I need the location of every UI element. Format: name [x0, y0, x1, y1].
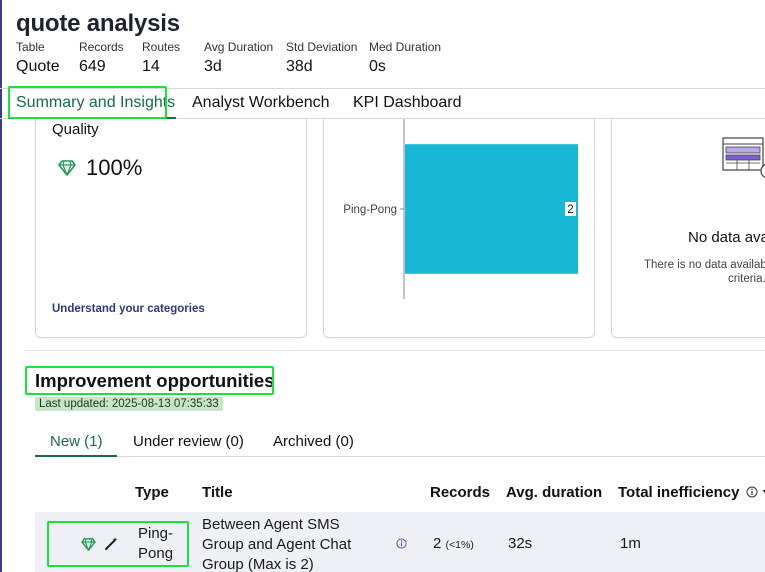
- last-updated-badge: Last updated: 2025-08-13 07:35:33: [35, 397, 223, 411]
- stat-records: Records 649: [79, 40, 142, 76]
- highlight-box-type: [47, 521, 189, 567]
- row-total-inefficiency: 1m: [620, 535, 641, 552]
- chart-data-label: 2: [567, 204, 573, 216]
- no-data-card: No data ava There is no data availabl cr…: [611, 119, 765, 338]
- column-header-title[interactable]: Title: [202, 484, 233, 501]
- left-edge-rule: [0, 0, 2, 572]
- stat-label: Std Deviation: [286, 40, 358, 54]
- empty-table-icon: [722, 137, 765, 178]
- stat-avg-duration: Avg Duration 3d: [204, 40, 286, 76]
- stat-value: 649: [79, 58, 106, 75]
- tab-kpi-dashboard[interactable]: KPI Dashboard: [353, 94, 462, 112]
- stat-value: 3d: [204, 58, 222, 75]
- stat-value: 38d: [286, 58, 313, 75]
- tab-archived[interactable]: Archived (0): [273, 433, 354, 450]
- tab-new[interactable]: New (1): [50, 433, 103, 450]
- stat-value: Quote: [16, 58, 60, 75]
- no-data-title: No data ava: [688, 229, 765, 246]
- info-icon[interactable]: [396, 538, 407, 549]
- stat-std-deviation: Std Deviation 38d: [286, 40, 369, 76]
- stat-table: Table Quote: [16, 40, 79, 76]
- row-title[interactable]: Between Agent SMS Group and Agent Chat G…: [202, 515, 382, 572]
- opportunity-tabs: New (1) Under review (0) Archived (0): [35, 426, 765, 457]
- quality-row: 100%: [58, 155, 142, 181]
- column-header-records[interactable]: Records: [430, 484, 490, 501]
- understand-categories-link[interactable]: Understand your categories: [52, 303, 205, 315]
- chart-bar[interactable]: [405, 144, 578, 274]
- row-records-pct: (<1%): [445, 539, 474, 551]
- row-records-count: 2: [433, 535, 442, 552]
- stat-value: 0s: [369, 58, 386, 75]
- info-icon[interactable]: [746, 486, 758, 498]
- tab-analyst-workbench[interactable]: Analyst Workbench: [192, 94, 330, 112]
- tab-under-review[interactable]: Under review (0): [133, 433, 244, 450]
- stats-bar: Table Quote Records 649 Routes 14 Avg Du…: [16, 40, 459, 76]
- row-records: 2 (<1%): [433, 535, 474, 552]
- stat-label: Records: [79, 40, 124, 54]
- stat-label: Avg Duration: [204, 40, 274, 54]
- bar-chart: Ping-Pong 2: [343, 119, 578, 299]
- column-header-total-inefficiency[interactable]: Total inefficiency: [618, 484, 765, 501]
- active-subtab-indicator: [35, 455, 117, 457]
- no-data-text: There is no data availabl: [644, 259, 765, 271]
- column-header-type[interactable]: Type: [135, 484, 169, 501]
- stat-label: Table: [16, 40, 45, 54]
- column-header-label: Total inefficiency: [618, 484, 740, 501]
- quality-value: 100%: [86, 155, 143, 180]
- row-avg-duration: 32s: [508, 535, 533, 552]
- no-data-text-2: criteria.: [728, 273, 765, 285]
- stat-label: Med Duration: [369, 40, 442, 54]
- quality-label: Quality: [52, 121, 99, 138]
- stat-med-duration: Med Duration 0s: [369, 40, 459, 76]
- quality-card: Quality 100% Understand your categories: [35, 119, 307, 338]
- stat-value: 14: [142, 58, 160, 75]
- page-title: quote analysis: [16, 10, 180, 37]
- section-divider: [24, 350, 765, 351]
- highlight-box-tab: [8, 86, 167, 119]
- column-header-avg-duration[interactable]: Avg. duration: [506, 484, 602, 501]
- chart-category-label: Ping-Pong: [343, 204, 397, 216]
- highlight-box-title: [25, 366, 274, 395]
- chart-card: Ping-Pong 2: [323, 119, 595, 338]
- stat-routes: Routes 14: [142, 40, 204, 76]
- stat-label: Routes: [142, 40, 181, 54]
- gem-icon: [58, 160, 76, 176]
